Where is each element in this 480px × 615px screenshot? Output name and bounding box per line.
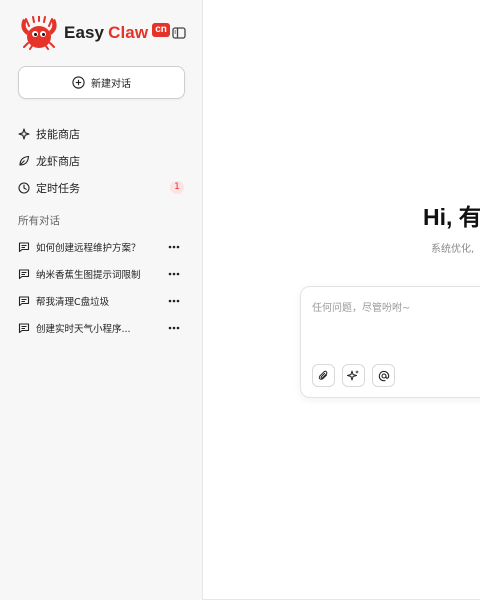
paperclip-icon xyxy=(318,370,327,380)
greeting-subtitle: 系统优化, xyxy=(431,244,475,255)
conversation-title: 如何创建远程维护方案？ xyxy=(36,242,141,254)
attach-button[interactable] xyxy=(312,364,335,387)
sidebar-item-label: 技能商店 xyxy=(36,127,80,141)
skills-button[interactable] xyxy=(342,364,365,387)
conversation-title: 纳米香蕉生图提示词限制 xyxy=(36,269,141,281)
sidebar-item-label: 定时任务 xyxy=(36,181,80,195)
mention-button[interactable] xyxy=(372,364,395,387)
prompt-composer xyxy=(300,286,480,398)
brand-name-claw: Claw xyxy=(108,23,149,42)
chat-icon xyxy=(18,268,30,279)
list-item[interactable]: 创建实时天气小程序... xyxy=(18,314,186,341)
leaf-icon xyxy=(19,155,30,166)
sparkle-icon xyxy=(18,127,30,140)
sidebar-item-scheduled-tasks[interactable]: 定时任务 1 xyxy=(18,174,186,201)
clock-icon xyxy=(18,181,30,194)
more-options-icon[interactable] xyxy=(168,321,184,335)
list-item[interactable]: 如何创建远程维护方案？ xyxy=(18,233,186,260)
sparkles-icon xyxy=(347,370,359,381)
lobster-logo-icon xyxy=(21,16,57,50)
greeting-title: Hi, 有 xyxy=(423,204,480,230)
chat-icon xyxy=(18,241,30,252)
sidebar-toggle-icon[interactable] xyxy=(171,25,187,41)
sidebar-nav: 技能商店 龙虾商店 定时任务 1 xyxy=(18,120,186,201)
more-options-icon[interactable] xyxy=(168,267,184,281)
more-options-icon[interactable] xyxy=(168,240,184,254)
sidebar-item-label: 龙虾商店 xyxy=(36,154,80,168)
sidebar-item-skill-store[interactable]: 技能商店 xyxy=(18,120,186,147)
new-chat-label: 新建对话 xyxy=(91,79,131,90)
new-chat-button[interactable]: 新建对话 xyxy=(18,66,185,99)
conversation-title: 创建实时天气小程序... xyxy=(36,323,131,335)
sidebar-item-lobster-store[interactable]: 龙虾商店 xyxy=(18,147,186,174)
section-title-all-chats: 所有对话 xyxy=(18,215,60,227)
notification-badge: 1 xyxy=(170,181,184,194)
conversation-list: 如何创建远程维护方案？ 纳米香蕉生图提示词限制 帮我清理C盘垃圾 创建实时天气小… xyxy=(18,233,186,341)
list-item[interactable]: 帮我清理C盘垃圾 xyxy=(18,287,186,314)
chat-icon xyxy=(18,295,30,306)
brand-name: Easy Claw xyxy=(64,23,148,43)
plus-circle-icon xyxy=(72,76,85,89)
prompt-input[interactable] xyxy=(312,299,472,339)
brand-badge: cn xyxy=(152,23,170,37)
chat-icon xyxy=(18,322,30,333)
brand-name-easy: Easy xyxy=(64,23,105,42)
at-sign-icon xyxy=(378,370,389,381)
logo: Easy Claw cn xyxy=(18,16,170,50)
more-options-icon[interactable] xyxy=(168,294,184,308)
conversation-title: 帮我清理C盘垃圾 xyxy=(36,296,110,308)
list-item[interactable]: 纳米香蕉生图提示词限制 xyxy=(18,260,186,287)
sidebar: Easy Claw cn 新建对话 技能商店 龙虾商店 定时任务 1 所有对话 … xyxy=(0,0,203,600)
